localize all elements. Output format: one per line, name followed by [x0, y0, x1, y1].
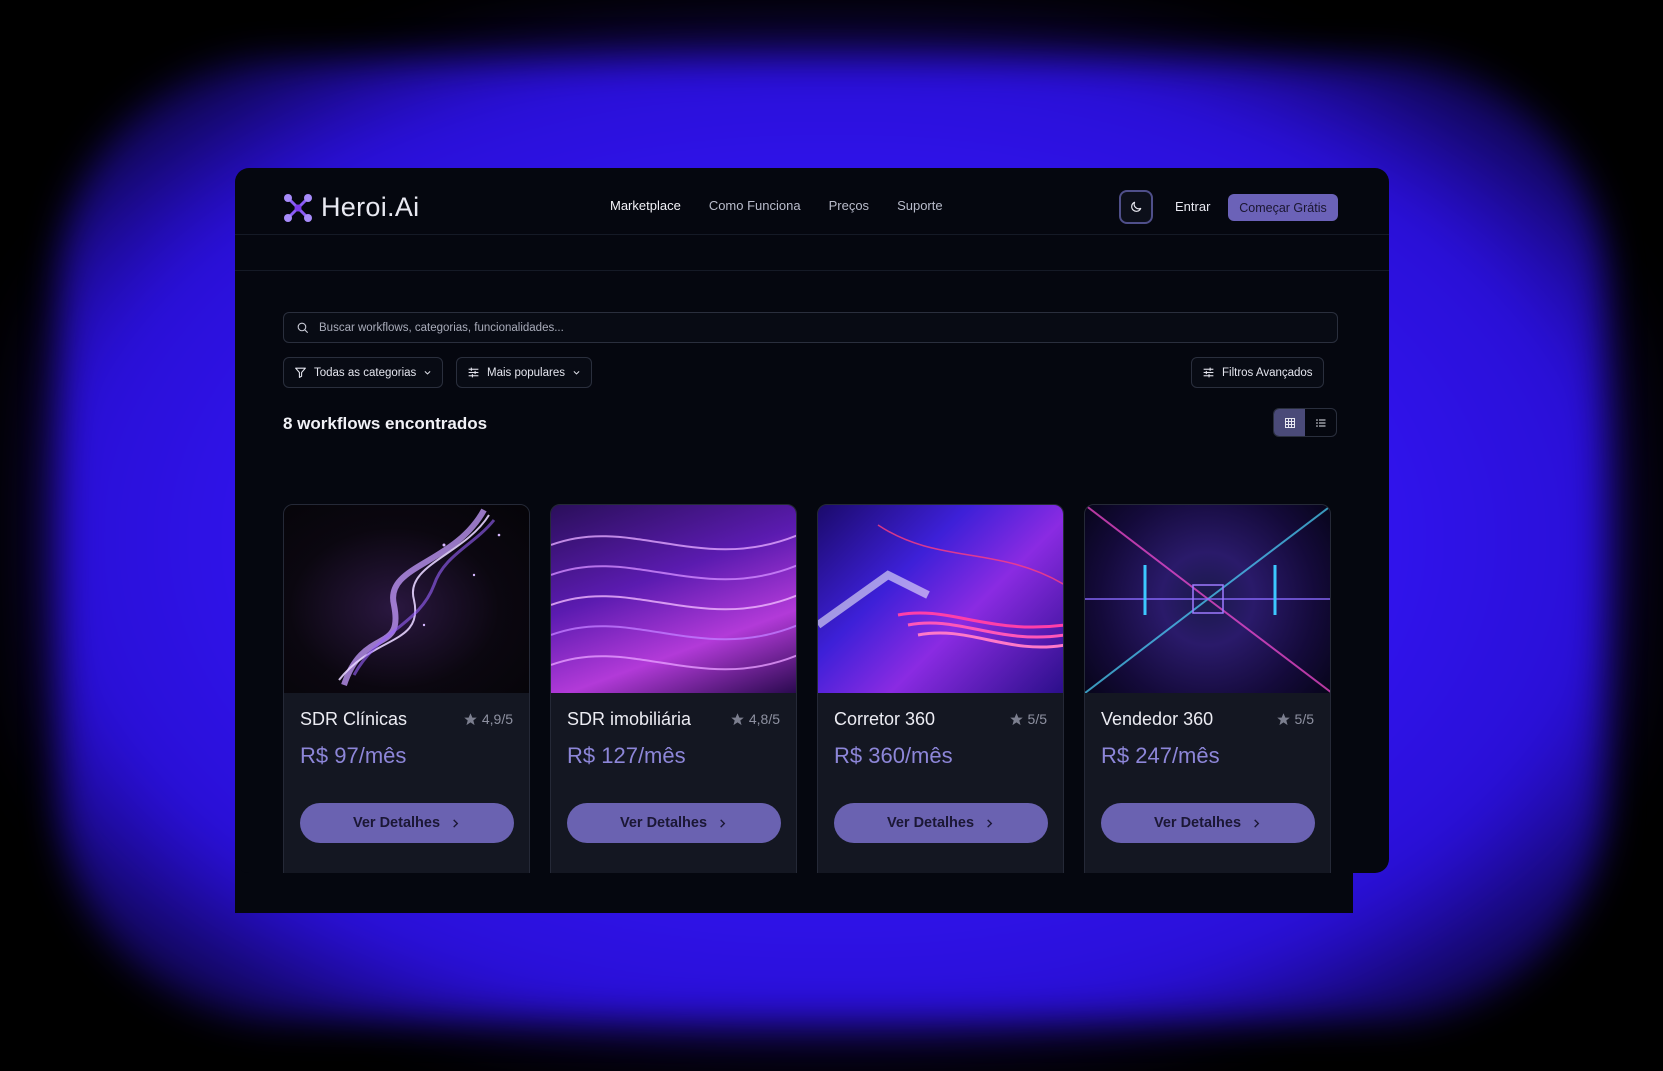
search-icon [297, 322, 308, 333]
card-title: Vendedor 360 [1101, 709, 1214, 729]
rating-value: 5/5 [1294, 711, 1314, 727]
card-price: R$ 247/mês [1101, 743, 1220, 768]
view-details-button[interactable]: Ver Detalhes [567, 803, 781, 843]
nav-item-como-funciona[interactable]: Como Funciona [709, 198, 801, 213]
list-icon [1315, 418, 1325, 427]
theme-toggle-button[interactable] [1119, 190, 1153, 224]
nav-item-marketplace[interactable]: Marketplace [610, 198, 681, 213]
card-image [1085, 505, 1330, 693]
workflow-grid: SDR Clínicas 4,9/5 R$ 97/mês Ver Detalhe… [283, 504, 1331, 873]
card-title: SDR imobiliária [567, 709, 692, 729]
rating-value: 4,9/5 [481, 711, 513, 727]
card-rating: 4,9/5 [463, 711, 513, 727]
light-tunnel-art [1085, 505, 1330, 693]
logo-icon [284, 193, 312, 222]
workflow-card[interactable]: SDR imobiliária 4,8/5 R$ 127/mês Ver Det… [550, 504, 797, 873]
start-free-button[interactable]: Começar Grátis [1228, 194, 1338, 221]
card-title: SDR Clínicas [300, 709, 408, 729]
rating-value: 4,8/5 [748, 711, 780, 727]
stage: Heroi.Ai Marketplace Como Funciona Preço… [0, 0, 1663, 1071]
nav-item-suporte[interactable]: Suporte [897, 198, 943, 213]
card-rating: 4,8/5 [730, 711, 780, 727]
view-toggle [1273, 408, 1337, 437]
moon-icon [1131, 201, 1142, 212]
view-details-label: Ver Detalhes [886, 815, 975, 831]
star-icon [464, 712, 477, 725]
brand-logo[interactable]: Heroi.Ai [283, 192, 419, 223]
chevron-right-icon [453, 818, 459, 828]
chevron-down-icon [573, 371, 580, 375]
sliders-icon [1203, 367, 1214, 378]
advanced-filters-button[interactable]: Filtros Avançados [1191, 357, 1324, 388]
sub-header-bar [235, 235, 1389, 271]
card-rating: 5/5 [1276, 711, 1314, 727]
workflow-card[interactable]: Vendedor 360 5/5 R$ 247/mês Ver Detalhes [1084, 504, 1331, 873]
chevron-right-icon [720, 818, 726, 828]
search-bar[interactable] [283, 312, 1338, 343]
category-filter-select[interactable]: Todas as categorias [283, 357, 444, 388]
grid-icon [1284, 417, 1295, 428]
view-details-label: Ver Detalhes [619, 815, 708, 831]
wave-lines-art [551, 534, 796, 671]
view-details-label: Ver Detalhes [352, 815, 441, 831]
main-nav: Marketplace Como Funciona Preços Suporte [610, 198, 943, 213]
results-count: 8 workflows encontrados [283, 414, 488, 433]
app-window: Heroi.Ai Marketplace Como Funciona Preço… [235, 168, 1389, 873]
view-details-label: Ver Detalhes [1153, 815, 1242, 831]
advanced-filters-label: Filtros Avançados [1222, 366, 1313, 379]
star-icon [1276, 712, 1290, 725]
card-rating: 5/5 [1009, 711, 1047, 727]
card-title: Corretor 360 [834, 709, 936, 729]
workflow-card[interactable]: Corretor 360 5/5 R$ 360/mês Ver Detalhes [817, 504, 1064, 873]
chevron-down-icon [424, 371, 431, 375]
rating-value: 5/5 [1027, 711, 1047, 727]
sort-label: Mais populares [487, 366, 565, 379]
light-streaks-art [818, 524, 1063, 649]
sliders-icon [468, 367, 479, 378]
card-image [551, 505, 796, 693]
chevron-right-icon [987, 818, 993, 828]
grid-view-button[interactable] [1274, 409, 1305, 436]
view-details-button[interactable]: Ver Detalhes [300, 803, 514, 843]
particle-wave-art [338, 508, 501, 686]
category-filter-label: Todas as categorias [314, 366, 417, 379]
card-price: R$ 360/mês [834, 743, 953, 768]
list-view-button[interactable] [1305, 409, 1336, 436]
card-price: R$ 97/mês [300, 743, 407, 768]
nav-item-precos[interactable]: Preços [829, 198, 869, 213]
card-price: R$ 127/mês [567, 743, 686, 768]
card-image [818, 505, 1063, 693]
sort-select[interactable]: Mais populares [456, 357, 592, 388]
top-navbar: Heroi.Ai Marketplace Como Funciona Preço… [235, 168, 1389, 235]
star-icon [731, 712, 744, 725]
chevron-right-icon [1254, 818, 1260, 828]
search-input[interactable] [319, 321, 1219, 334]
brand-name: Heroi.Ai [321, 192, 420, 222]
star-icon [1009, 712, 1023, 725]
funnel-icon [295, 367, 306, 378]
login-link[interactable]: Entrar [1175, 199, 1210, 214]
view-details-button[interactable]: Ver Detalhes [1101, 803, 1315, 843]
workflow-card[interactable]: SDR Clínicas 4,9/5 R$ 97/mês Ver Detalhe… [283, 504, 530, 873]
view-details-button[interactable]: Ver Detalhes [834, 803, 1048, 843]
card-image [284, 505, 529, 693]
